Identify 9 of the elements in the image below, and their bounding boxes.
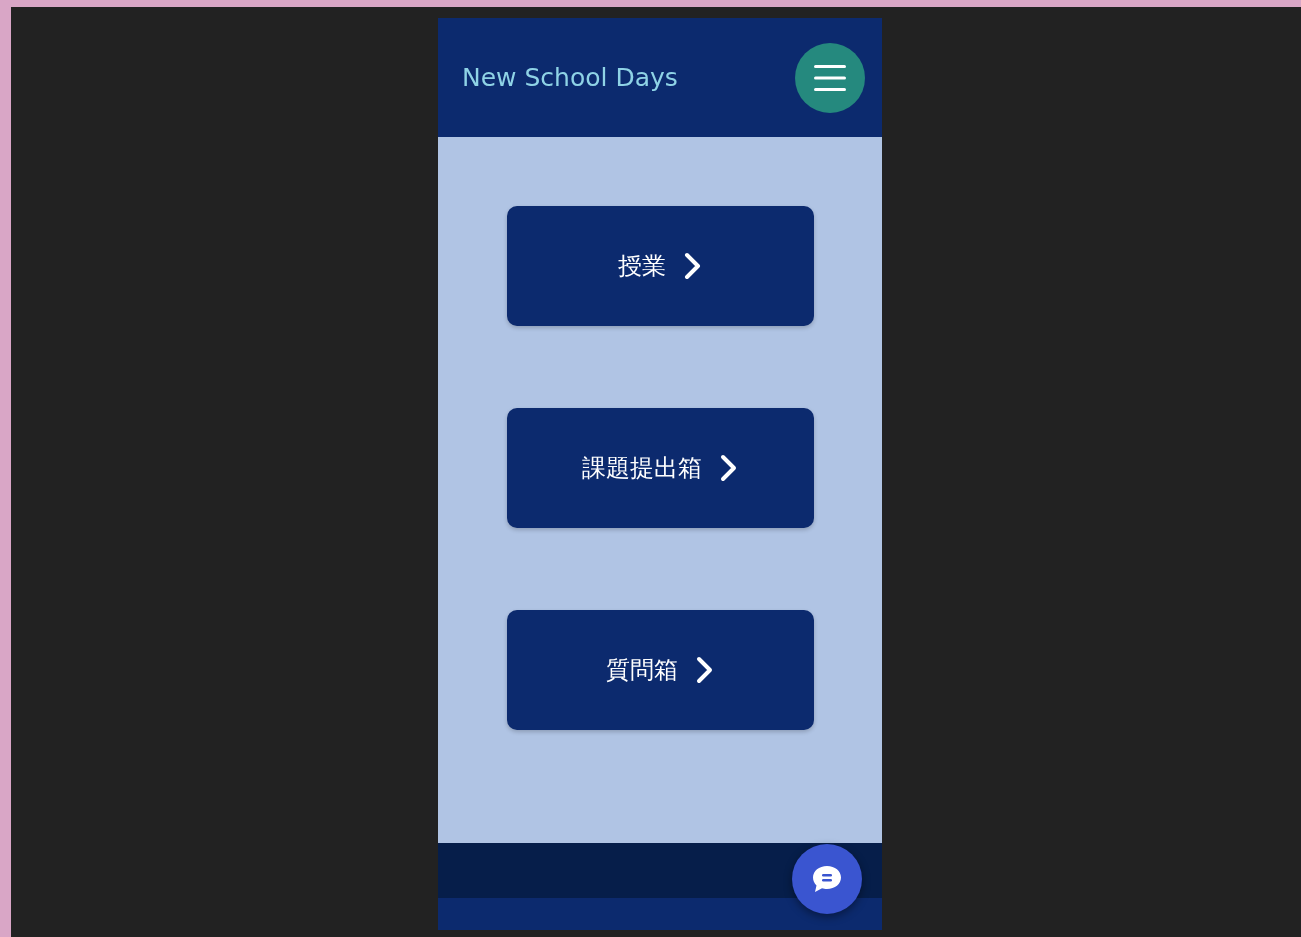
chevron-right-icon [696,656,714,684]
chevron-right-icon [684,252,702,280]
chat-icon [811,864,843,894]
chevron-right-icon [720,454,738,482]
nav-button[interactable]: 質問箱 [506,610,814,730]
nav-button[interactable]: 課題提出箱 [506,408,814,528]
menu-icon [813,62,847,93]
nav-button[interactable]: 授業 [506,206,814,326]
app-title: New School Days [462,63,678,92]
